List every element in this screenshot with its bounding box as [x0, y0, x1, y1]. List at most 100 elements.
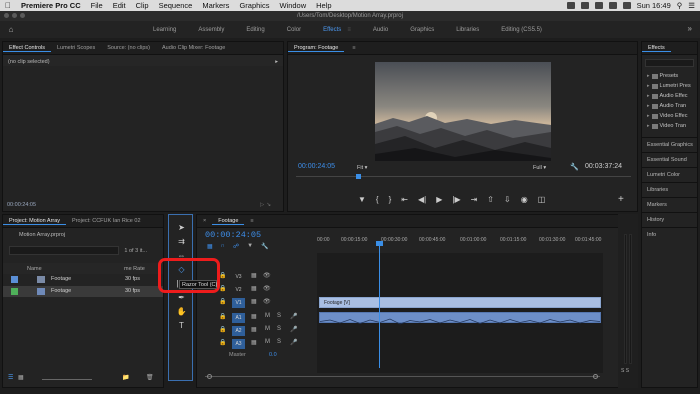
workspace-editing[interactable]: Editing	[235, 27, 275, 33]
sync-lock-icon[interactable]: ▦	[251, 285, 257, 292]
step-back-icon[interactable]: ◀|	[418, 195, 426, 204]
effects-search-input[interactable]	[645, 59, 694, 67]
tab-lumetri-color[interactable]: Lumetri Color	[642, 167, 697, 182]
step-forward-icon[interactable]: |▶	[452, 195, 460, 204]
export-frame-icon[interactable]: ◉	[521, 195, 528, 204]
microphone-icon[interactable]: 🎤	[290, 313, 297, 320]
solo-button[interactable]: S	[277, 339, 281, 345]
track-label[interactable]: V3	[232, 272, 245, 282]
video-clip[interactable]: Footage [V]	[319, 297, 601, 308]
program-menu-icon[interactable]: ≡	[346, 45, 361, 51]
lock-icon[interactable]: 🔒	[219, 313, 226, 320]
effects-tree-item[interactable]: ▸ Lumetri Pres	[642, 81, 697, 91]
lock-icon[interactable]: 🔒	[219, 339, 226, 346]
effect-controls-icons[interactable]: ▷ ↘	[260, 202, 271, 208]
program-video-frame[interactable]	[375, 62, 551, 161]
workspace-color[interactable]: Color	[276, 27, 312, 33]
solo-button[interactable]: S	[277, 313, 281, 319]
tab-project-ccfuk[interactable]: Project: CCFUK Ian Rice 02	[66, 218, 146, 224]
menu-clip[interactable]: Clip	[131, 1, 154, 10]
menu-markers[interactable]: Markers	[197, 1, 234, 10]
workspace-audio[interactable]: Audio	[362, 27, 399, 33]
program-playhead[interactable]	[356, 174, 361, 179]
resolution-select[interactable]: Full ▾	[533, 165, 546, 171]
effects-tree-item[interactable]: ▸ Presets	[642, 71, 697, 81]
lift-icon[interactable]: ⇧	[487, 195, 494, 204]
workspace-graphics[interactable]: Graphics	[399, 27, 445, 33]
tab-lumetri-scopes[interactable]: Lumetri Scopes	[51, 45, 101, 51]
button-editor-icon[interactable]: +	[618, 194, 624, 205]
tab-essential-graphics[interactable]: Essential Graphics	[642, 137, 697, 152]
mark-in-icon[interactable]: {	[376, 195, 379, 204]
mute-button[interactable]: M	[265, 339, 270, 345]
add-marker-icon[interactable]: ▼	[247, 243, 253, 250]
tab-audio-clip-mixer[interactable]: Audio Clip Mixer: Footage	[156, 45, 231, 51]
project-search-input[interactable]	[9, 246, 119, 255]
microphone-icon[interactable]: 🎤	[290, 326, 297, 333]
eye-icon[interactable]: 👁	[263, 298, 271, 305]
column-frame-rate[interactable]: me Rate	[124, 266, 145, 272]
menu-list-icon[interactable]: ☰	[688, 1, 695, 10]
home-icon[interactable]: ⌂	[0, 25, 22, 34]
tab-effect-controls[interactable]: Effect Controls	[3, 45, 51, 52]
sync-lock-icon[interactable]: ▦	[251, 298, 257, 305]
tab-info[interactable]: Info	[642, 227, 697, 242]
extract-icon[interactable]: ⇩	[504, 195, 511, 204]
tab-essential-sound[interactable]: Essential Sound	[642, 152, 697, 167]
sync-lock-icon[interactable]: ▦	[251, 326, 257, 333]
column-name[interactable]: Name	[27, 266, 42, 272]
expand-icon[interactable]: ▸	[275, 59, 278, 65]
hand-tool-icon[interactable]: ✋	[176, 307, 187, 317]
effects-tree-item[interactable]: ▸ Video Tran	[642, 121, 697, 131]
apple-icon[interactable]: 	[0, 1, 16, 10]
play-icon[interactable]: ▶	[436, 195, 442, 204]
microphone-icon[interactable]: 🎤	[290, 339, 297, 346]
tab-effects[interactable]: Effects	[642, 45, 671, 52]
audio-clip[interactable]	[319, 312, 601, 325]
effects-tree-item[interactable]: ▸ Audio Effec	[642, 91, 697, 101]
tab-markers[interactable]: Markers	[642, 197, 697, 212]
project-row[interactable]: Footage 30 fps	[3, 274, 163, 285]
workspace-assembly[interactable]: Assembly	[187, 27, 235, 33]
wifi-icon[interactable]	[594, 2, 603, 9]
program-time-ruler[interactable]	[296, 174, 631, 186]
mute-button[interactable]: M	[265, 326, 270, 332]
close-window-button[interactable]	[4, 13, 9, 18]
new-bin-icon[interactable]: 📁	[122, 374, 129, 381]
lock-icon[interactable]: 🔒	[219, 272, 226, 279]
tab-history[interactable]: History	[642, 212, 697, 227]
menu-help[interactable]: Help	[311, 1, 336, 10]
zoom-slider[interactable]	[42, 379, 92, 380]
add-marker-icon[interactable]: ▼	[358, 195, 366, 204]
program-current-timecode[interactable]: 00:00:24:05	[298, 163, 335, 170]
track-label[interactable]: A1	[232, 313, 245, 323]
eye-icon[interactable]: 👁	[263, 285, 271, 292]
timeline-close-icon[interactable]: ×	[197, 218, 212, 224]
minimize-window-button[interactable]	[12, 13, 17, 18]
icon-view-icon[interactable]: ▦	[18, 374, 24, 381]
sync-lock-icon[interactable]: ▦	[251, 272, 257, 279]
status-icon[interactable]	[580, 2, 589, 9]
mute-button[interactable]: M	[265, 313, 270, 319]
timeline-playhead[interactable]	[379, 243, 380, 368]
track-label[interactable]: A3	[232, 339, 245, 349]
workspace-menu-icon[interactable]: ≡	[347, 27, 351, 33]
selection-tool-icon[interactable]: ➤	[176, 223, 187, 233]
go-to-in-icon[interactable]: ⇤	[401, 195, 408, 204]
effect-controls-timecode[interactable]: 00:00:24:05	[7, 202, 36, 208]
effects-tree-item[interactable]: ▸ Audio Tran	[642, 101, 697, 111]
tab-timeline-footage[interactable]: Footage	[212, 218, 245, 225]
track-select-tool-icon[interactable]: ⇉	[176, 237, 187, 247]
eye-icon[interactable]: 👁	[263, 272, 271, 279]
tab-source[interactable]: Source: (no clips)	[101, 45, 156, 51]
tab-libraries[interactable]: Libraries	[642, 182, 697, 197]
battery-icon[interactable]	[622, 2, 631, 9]
menu-sequence[interactable]: Sequence	[154, 1, 198, 10]
timeline-timecode[interactable]: 00:00:24:05	[205, 230, 261, 240]
timeline-menu-icon[interactable]: ≡	[244, 218, 259, 224]
timeline-settings-icon[interactable]: 🔧	[261, 243, 268, 250]
zoom-fit-select[interactable]: Fit ▾	[357, 165, 367, 171]
menu-clock[interactable]: Sun 16:49	[637, 1, 671, 10]
mark-out-icon[interactable]: }	[389, 195, 392, 204]
sync-lock-icon[interactable]: ▦	[251, 313, 257, 320]
